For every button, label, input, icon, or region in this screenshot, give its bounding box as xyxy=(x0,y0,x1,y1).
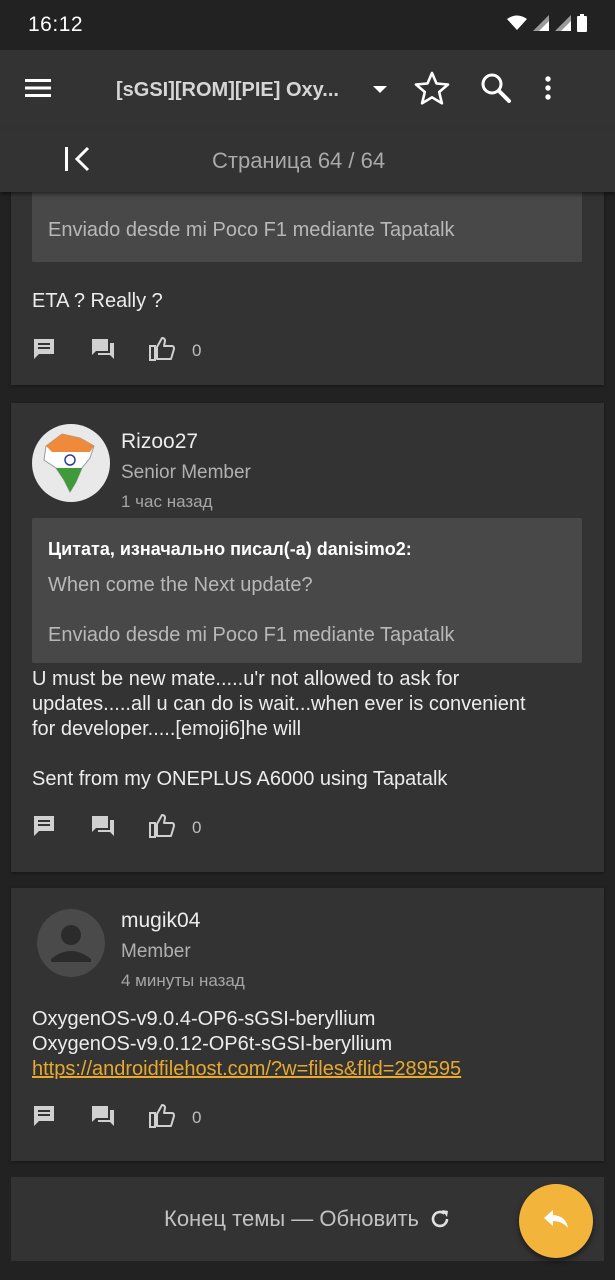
search-button[interactable] xyxy=(464,50,528,130)
reply-button[interactable] xyxy=(32,331,90,371)
quote-button[interactable] xyxy=(90,331,148,371)
post-body-line: updates.....all u can do is wait...when … xyxy=(32,693,526,715)
post-signature: Sent from my ONEPLUS A6000 using Tapatal… xyxy=(32,768,448,790)
like-count: 0 xyxy=(192,1108,202,1127)
post-time: 4 минуты назад xyxy=(121,971,245,990)
post-body-line: OxygenOS-v9.0.12-OP6t-sGSI-beryllium xyxy=(32,1033,393,1055)
reply-button[interactable] xyxy=(32,808,90,848)
user-avatar[interactable] xyxy=(37,909,105,977)
thumb-up-icon xyxy=(148,1103,176,1134)
page-indicator[interactable]: Страница 64 / 64 xyxy=(212,148,385,174)
like-count: 0 xyxy=(192,341,202,360)
reply-button[interactable] xyxy=(32,1098,90,1138)
post-card: Enviado desde mi Poco F1 mediante Tapata… xyxy=(11,192,604,385)
first-page-button[interactable] xyxy=(0,130,154,192)
signal-icon xyxy=(555,14,571,36)
forum-icon xyxy=(90,337,116,366)
page-navigator: Страница 64 / 64 xyxy=(0,130,615,192)
thumb-up-icon xyxy=(148,813,176,844)
reply-icon xyxy=(542,1208,570,1235)
quote-text: Enviado desde mi Poco F1 mediante Tapata… xyxy=(48,624,455,646)
user-role: Senior Member xyxy=(121,462,251,483)
post-time: 1 час назад xyxy=(121,492,213,511)
status-icons xyxy=(507,13,587,37)
battery-icon xyxy=(577,13,587,37)
title-dropdown-button[interactable] xyxy=(360,81,400,99)
comment-icon xyxy=(32,814,56,843)
end-of-thread-refresh[interactable]: Конец темы — Обновить xyxy=(11,1177,604,1261)
status-bar: 16:12 xyxy=(0,0,615,50)
reply-fab[interactable] xyxy=(519,1184,593,1258)
top-toolbar: [sGSI][ROM][PIE] Oxy... xyxy=(0,50,615,130)
download-link[interactable]: https://androidfilehost.com/?w=files&fli… xyxy=(32,1058,461,1080)
quote-text: Enviado desde mi Poco F1 mediante Tapata… xyxy=(48,219,455,241)
quote-block: Enviado desde mi Poco F1 mediante Tapata… xyxy=(32,192,582,262)
dropdown-icon xyxy=(373,81,387,99)
like-count: 0 xyxy=(192,818,202,837)
forum-icon xyxy=(90,1104,116,1133)
post-list[interactable]: Enviado desde mi Poco F1 mediante Tapata… xyxy=(0,192,615,1280)
first-page-icon xyxy=(63,146,91,177)
post-body: ETA ? Really ? xyxy=(32,290,163,312)
post-actions: 0 xyxy=(32,808,201,848)
thread-title[interactable]: [sGSI][ROM][PIE] Oxy... xyxy=(116,79,346,102)
user-name[interactable]: Rizoo27 xyxy=(121,430,198,454)
status-time: 16:12 xyxy=(28,13,84,36)
menu-button[interactable] xyxy=(0,50,76,130)
default-user-avatar-icon xyxy=(37,909,105,977)
signal-icon xyxy=(533,14,549,36)
quote-block: Цитата, изначально писал(-а) danisimo2: … xyxy=(32,518,582,663)
post-card: mugik04 Member 4 минуты назад OxygenOS-v… xyxy=(11,888,604,1161)
post-actions: 0 xyxy=(32,1098,201,1138)
more-vert-icon xyxy=(545,75,551,105)
menu-icon xyxy=(25,78,51,103)
post-actions: 0 xyxy=(32,331,201,371)
forum-icon xyxy=(90,814,116,843)
search-icon xyxy=(480,72,512,109)
favorite-button[interactable] xyxy=(400,50,464,130)
post-body-line: for developer.....[emoji6]he will xyxy=(32,718,302,740)
quote-text: When come the Next update? xyxy=(48,574,313,596)
refresh-icon xyxy=(429,1208,451,1230)
more-options-button[interactable] xyxy=(528,50,568,130)
post-body-line: OxygenOS-v9.0.4-OP6-sGSI-beryllium xyxy=(32,1008,376,1030)
wifi-icon xyxy=(507,15,527,36)
star-icon xyxy=(414,71,450,110)
quote-button[interactable] xyxy=(90,808,148,848)
quote-button[interactable] xyxy=(90,1098,148,1138)
user-name[interactable]: mugik04 xyxy=(121,909,200,933)
post-body: U must be new mate.....u'r not allowed t… xyxy=(32,667,592,792)
india-map-avatar-icon xyxy=(32,424,110,502)
user-role: Member xyxy=(121,941,191,962)
comment-icon xyxy=(32,337,56,366)
post-card: Rizoo27 Senior Member 1 час назад Цитата… xyxy=(11,403,604,872)
quote-author: Цитата, изначально писал(-а) danisimo2: xyxy=(48,539,412,559)
comment-icon xyxy=(32,1104,56,1133)
post-body: OxygenOS-v9.0.4-OP6-sGSI-beryllium Oxyge… xyxy=(32,1007,592,1082)
user-avatar[interactable] xyxy=(32,424,110,502)
end-of-thread-label: Конец темы — Обновить xyxy=(164,1206,419,1231)
thumb-up-icon xyxy=(148,336,176,367)
post-body-line: U must be new mate.....u'r not allowed t… xyxy=(32,668,460,690)
